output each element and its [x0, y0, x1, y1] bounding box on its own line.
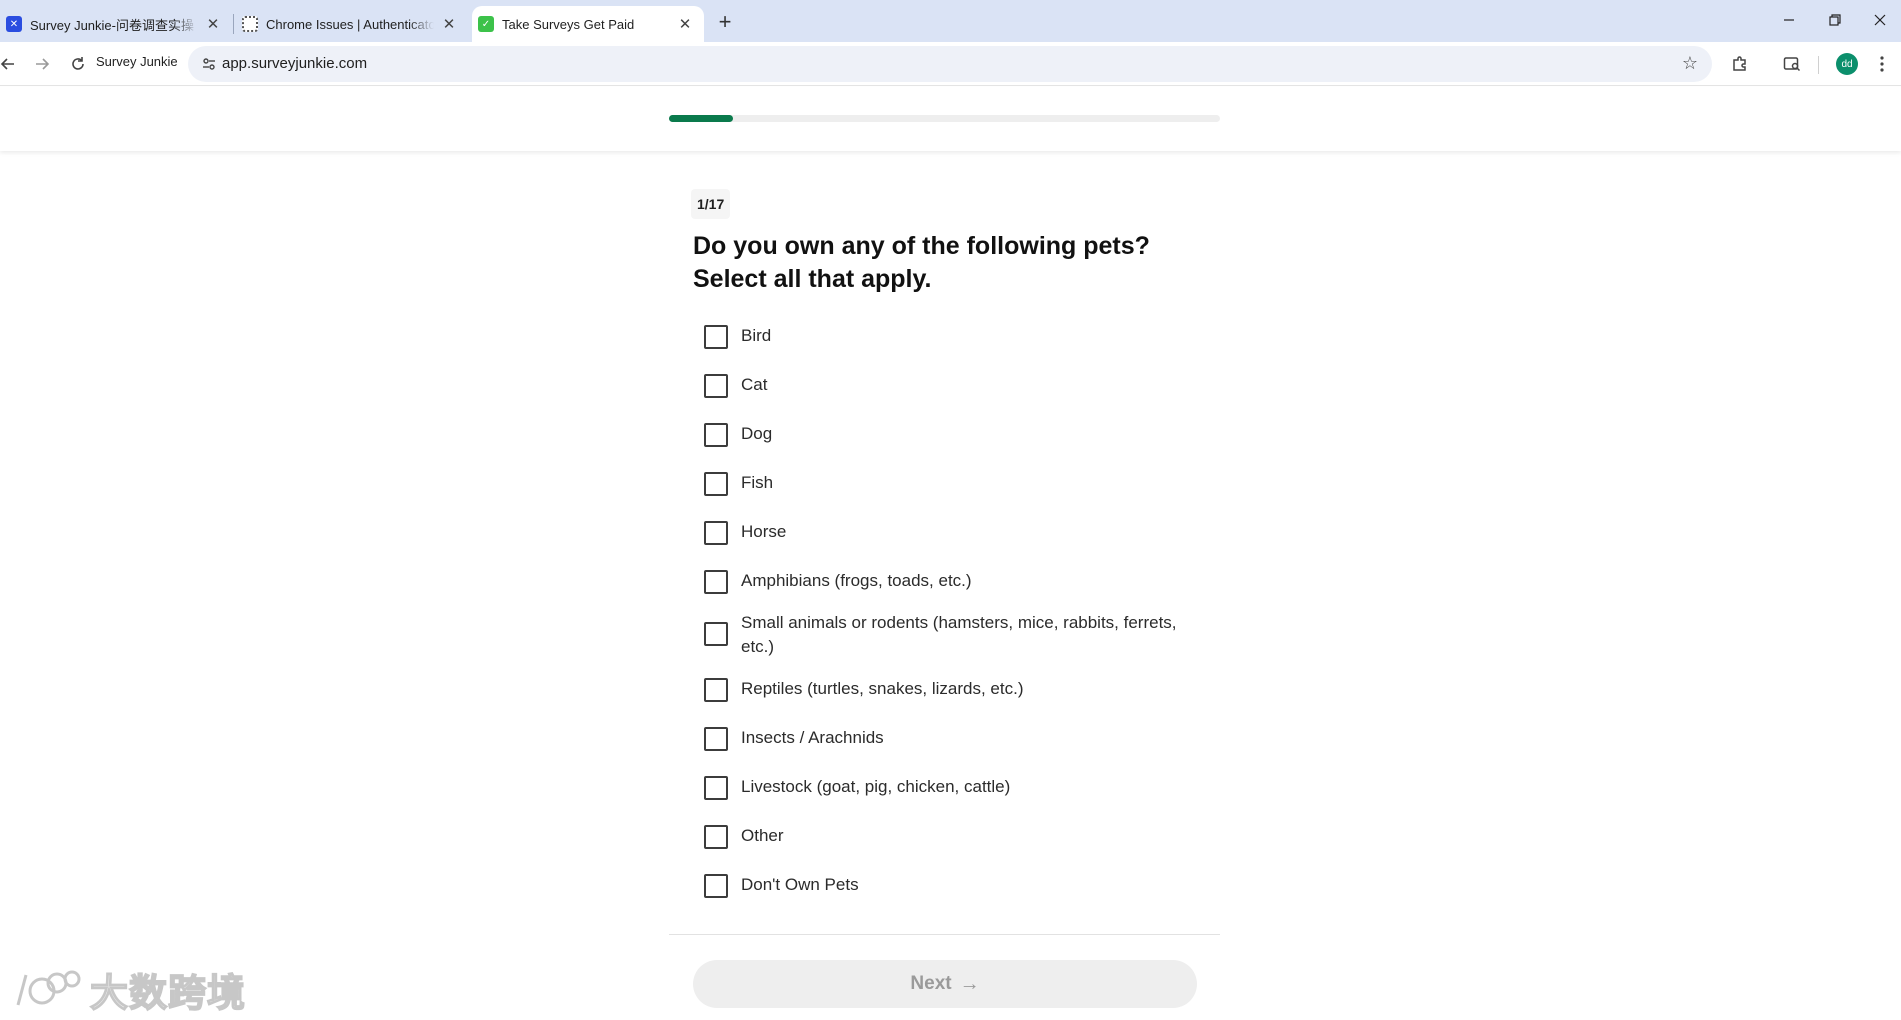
option-label: Small animals or rodents (hamsters, mice… — [741, 613, 1177, 656]
restore-button[interactable] — [1812, 0, 1858, 40]
survey-junkie-favicon-icon: ✕ — [6, 16, 22, 32]
checkbox[interactable] — [704, 325, 728, 349]
minimize-icon — [1784, 19, 1794, 21]
arrow-right-icon — [36, 58, 50, 70]
question-line-1: Do you own any of the following pets? — [693, 232, 1150, 260]
green-check-favicon-icon: ✓ — [478, 16, 494, 32]
back-button[interactable] — [0, 50, 22, 78]
option-other[interactable]: Other — [704, 824, 1184, 849]
reload-button[interactable] — [64, 50, 92, 78]
tab-title: Take Surveys Get Paid — [502, 16, 635, 32]
question-title: Do you own any of the following pets? Se… — [693, 230, 1163, 296]
new-tab-button[interactable]: + — [711, 9, 739, 37]
option-label: Reptiles (turtles, snakes, lizards, etc.… — [741, 679, 1024, 698]
option-label: Amphibians (frogs, toads, etc.) — [741, 571, 972, 590]
option-fish[interactable]: Fish — [704, 471, 1184, 496]
minimize-button[interactable] — [1766, 0, 1812, 40]
close-icon[interactable]: ✕ — [440, 15, 458, 33]
url-text[interactable]: app.surveyjunkie.com — [222, 55, 367, 72]
site-settings-icon[interactable] — [200, 55, 218, 73]
profile-avatar[interactable]: dd — [1836, 53, 1858, 75]
option-label: Cat — [741, 375, 768, 394]
survey-header — [0, 87, 1901, 151]
next-label: Next — [910, 973, 952, 994]
tab-separator — [233, 14, 234, 34]
progress-fill — [669, 115, 734, 122]
close-window-button[interactable] — [1858, 0, 1901, 40]
close-window-icon — [1874, 14, 1885, 26]
restore-icon — [1829, 14, 1841, 26]
progress-bar — [669, 115, 1220, 122]
next-button[interactable]: Next → — [693, 960, 1197, 1008]
question-line-2: Select all that apply. — [693, 265, 932, 293]
arrow-left-icon — [0, 58, 14, 70]
checkbox[interactable] — [704, 521, 728, 545]
option-label: Other — [741, 826, 784, 845]
option-small-animals[interactable]: Small animals or rodents (hamsters, mice… — [704, 611, 1184, 659]
option-label: Fish — [741, 473, 774, 492]
option-label: Insects / Arachnids — [741, 728, 884, 747]
site-name-chip[interactable]: Survey Junkie — [96, 54, 178, 69]
puzzle-icon — [1733, 56, 1746, 71]
checkbox[interactable] — [704, 472, 728, 496]
option-dont-own-pets[interactable]: Don't Own Pets — [704, 873, 1184, 898]
checkbox[interactable] — [704, 570, 728, 594]
option-cat[interactable]: Cat — [704, 373, 1184, 398]
option-dog[interactable]: Dog — [704, 422, 1184, 447]
tab-search-icon — [1783, 57, 1801, 72]
option-insects[interactable]: Insects / Arachnids — [704, 726, 1184, 751]
option-livestock[interactable]: Livestock (goat, pig, chicken, cattle) — [704, 775, 1184, 800]
checkbox[interactable] — [704, 727, 728, 751]
option-label: Bird — [741, 326, 772, 345]
qr-favicon-icon — [242, 16, 258, 32]
option-bird[interactable]: Bird — [704, 324, 1184, 349]
option-reptiles[interactable]: Reptiles (turtles, snakes, lizards, etc.… — [704, 677, 1184, 702]
answer-options: Bird Cat Dog Fish Horse Amphibians (frog… — [704, 324, 1184, 922]
tab-take-surveys[interactable]: ✓ Take Surveys Get Paid ✕ — [472, 6, 704, 42]
option-horse[interactable]: Horse — [704, 520, 1184, 545]
option-label: Dog — [741, 424, 773, 443]
watermark-text: 大数跨境 — [89, 970, 247, 1016]
reload-icon — [72, 57, 84, 70]
watermark-logo-icon — [16, 970, 81, 1005]
browser-toolbar: Survey Junkie app.surveyjunkie.com ☆ dd — [0, 42, 1901, 86]
checkbox[interactable] — [704, 776, 728, 800]
watermark: 大数跨境 — [12, 962, 246, 1017]
extensions-button[interactable] — [1726, 50, 1754, 78]
option-label: Livestock (goat, pig, chicken, cattle) — [741, 777, 1011, 796]
option-amphibians[interactable]: Amphibians (frogs, toads, etc.) — [704, 569, 1184, 594]
tab-survey-junkie-cn[interactable]: ✕ Survey Junkie-问卷调查实操 ✕ — [0, 6, 232, 42]
toolbar-divider — [1818, 56, 1819, 74]
arrow-right-icon: → — [959, 972, 980, 995]
tab-chrome-issues[interactable]: Chrome Issues | Authenticato ✕ — [236, 6, 468, 42]
close-icon[interactable]: ✕ — [204, 15, 222, 33]
checkbox[interactable] — [704, 622, 728, 646]
close-icon[interactable]: ✕ — [676, 15, 694, 33]
bookmark-star-icon[interactable]: ☆ — [1682, 53, 1698, 74]
footer-divider — [669, 934, 1220, 935]
tab-strip: ✕ Survey Junkie-问卷调查实操 ✕ Chrome Issues |… — [0, 0, 1901, 42]
option-label: Don't Own Pets — [741, 875, 859, 894]
question-counter: 1/17 — [691, 189, 731, 219]
option-label: Horse — [741, 522, 787, 541]
kebab-menu-icon — [1880, 56, 1884, 72]
checkbox[interactable] — [704, 374, 728, 398]
tab-title: Survey Junkie-问卷调查实操 — [30, 17, 194, 33]
tab-title: Chrome Issues | Authenticato — [266, 16, 434, 32]
checkbox[interactable] — [704, 678, 728, 702]
menu-button[interactable] — [1868, 50, 1896, 78]
checkbox[interactable] — [704, 874, 728, 898]
forward-button[interactable] — [28, 50, 56, 78]
checkbox[interactable] — [704, 825, 728, 849]
checkbox[interactable] — [704, 423, 728, 447]
address-bar[interactable]: app.surveyjunkie.com ☆ — [188, 46, 1712, 82]
tab-search-button[interactable] — [1778, 50, 1806, 78]
